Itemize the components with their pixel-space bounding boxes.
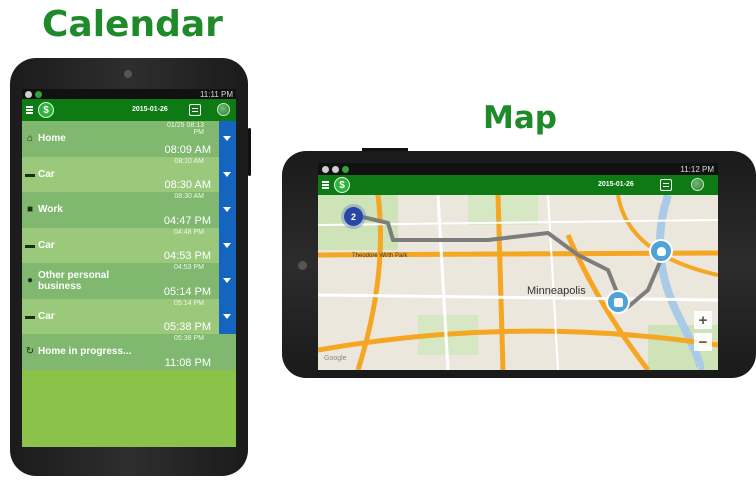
entry-end-time: 08:30 AM [164,179,211,191]
car-icon: ▬ [25,168,35,180]
app-notification-icon [342,165,349,173]
map-view[interactable]: Minneapolis Theodore Wirth Park Google 2… [318,195,718,370]
menu-icon[interactable] [26,106,33,114]
calendar-list: ⌂ Home 01/25 08:13 PM 08:09 AM ▬ Car 08:10 AM 0… [22,121,236,370]
briefcase-icon [613,297,623,307]
app-logo: $ [38,102,54,118]
entry-start-time: 08:10 AM [174,157,204,165]
app-notification-icon [35,90,42,98]
calendar-entry[interactable]: ▬ Car 04:48 PM 04:53 PM [22,227,236,263]
chevron-down-icon [223,313,231,319]
car-icon: ▬ [25,239,35,251]
entry-label: Car [38,310,55,322]
city-label: Minneapolis [527,285,586,297]
entry-end-time: 05:38 PM [163,321,211,333]
chevron-down-icon [223,242,231,248]
entry-label: Work [38,204,63,216]
menu-icon[interactable] [322,181,329,189]
app-bar: $ 2015-01-26 [22,99,236,121]
calendar-entry[interactable]: ↻ Home in progress... 05:38 PM 11:08 PM [22,334,236,370]
image-notification-icon [332,165,339,173]
expand-tab[interactable] [219,192,236,228]
car-icon: ▬ [25,310,35,322]
map-canvas[interactable] [318,195,718,370]
list-view-icon[interactable] [189,104,201,116]
map-heading: Map [483,100,557,136]
calendar-entry[interactable]: ● Other personal business 04:53 PM 05:14 PM [22,263,236,299]
front-camera [124,70,132,78]
entry-label: Home in progress... [38,346,132,358]
map-view-icon[interactable] [217,103,230,116]
status-time: 11:12 PM [680,164,714,174]
calendar-entry[interactable]: ⌂ Home 01/25 08:13 PM 08:09 AM [22,121,236,157]
notification-icon [25,90,32,98]
status-bar: 11:11 PM [22,89,236,99]
person-icon [656,246,666,256]
entry-end-time: 11:08 PM [164,356,211,369]
location-cluster-marker[interactable]: 2 [344,207,363,226]
chevron-down-icon [223,207,231,212]
entry-label: Home [38,133,66,145]
briefcase-icon: ■ [26,204,34,216]
expand-tab[interactable] [219,121,236,157]
app-logo: $ [334,177,350,193]
entry-start-time: 08:30 AM [174,193,204,200]
app-date: 2015-01-26 [132,106,168,113]
status-bar: 11:12 PM [318,163,718,175]
calendar-entry[interactable]: ▬ Car 08:10 AM 08:30 AM [22,156,236,192]
entry-end-time: 05:14 PM [163,285,211,298]
chevron-down-icon [223,171,231,177]
person-location-pin[interactable] [649,239,673,263]
map-phone: 11:12 PM $ 2015-01-26 Minneapolis Theodo… [282,148,756,378]
zoom-out-button[interactable]: − [694,333,712,351]
entry-end-time: 04:47 PM [163,214,211,227]
power-button [362,148,408,151]
person-icon: ● [26,275,34,287]
power-button [248,128,251,176]
list-view-icon[interactable] [660,179,672,191]
entry-label: Car [38,239,55,251]
front-camera [298,261,307,270]
status-time: 11:11 PM [199,89,233,99]
entry-start-time: 05:38 PM [174,335,204,342]
entry-start-time: 04:48 PM [174,228,204,236]
expand-tab[interactable] [219,298,236,334]
expand-tab[interactable] [219,156,236,192]
entry-start-time: 04:53 PM [174,264,204,271]
entry-start-time: 01/25 08:13 PM [167,122,204,136]
sync-icon: ↻ [25,346,35,358]
calendar-screen: 11:11 PM $ 2015-01-26 ⌂ Home 01/25 08:13 P… [22,89,236,447]
entry-end-time: 08:09 AM [164,143,211,156]
home-icon: ⌂ [26,133,34,145]
calendar-entry[interactable]: ▬ Car 05:14 PM 05:38 PM [22,298,236,334]
entry-label: Other personal business [38,269,110,292]
chevron-down-icon [223,136,231,141]
map-view-icon[interactable] [691,178,704,191]
expand-tab[interactable] [219,227,236,263]
calendar-heading: Calendar [42,4,223,45]
zoom-in-button[interactable]: + [694,311,712,329]
park-label: Theodore Wirth Park [352,253,408,259]
entry-label: Car [38,168,55,180]
calendar-phone: 11:11 PM $ 2015-01-26 ⌂ Home 01/25 08:13 P… [10,58,251,476]
map-screen: 11:12 PM $ 2015-01-26 Minneapolis Theodo… [318,163,718,370]
entry-end-time: 04:53 PM [163,250,211,262]
notification-icon [322,165,329,173]
calendar-entry[interactable]: ■ Work 08:30 AM 04:47 PM [22,192,236,228]
chevron-down-icon [223,278,231,283]
entry-start-time: 05:14 PM [174,299,204,307]
work-location-pin[interactable] [606,290,630,314]
app-bar: $ 2015-01-26 [318,175,718,195]
app-date: 2015-01-26 [598,181,634,188]
expand-tab[interactable] [219,263,236,299]
map-attribution: Google [324,355,347,362]
